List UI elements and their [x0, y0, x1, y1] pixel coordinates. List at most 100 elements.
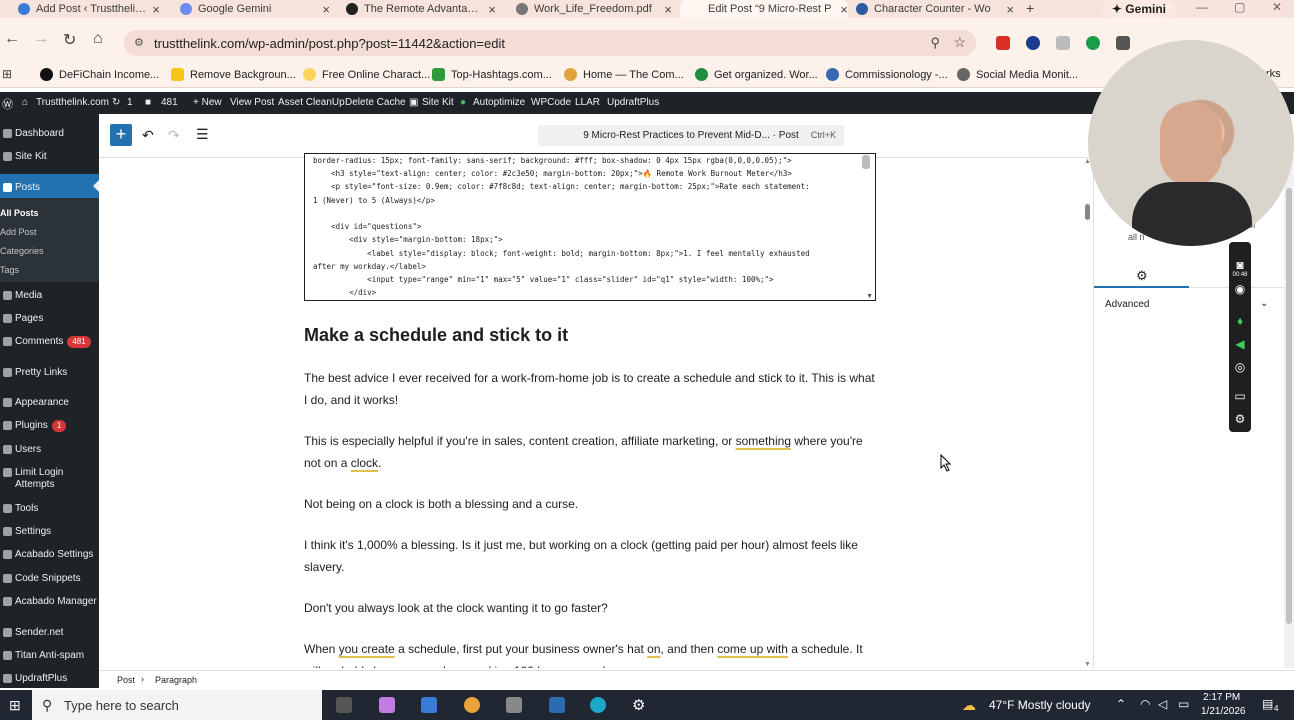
section-heading[interactable]: Make a schedule and stick to it	[304, 325, 568, 346]
close-tab-icon[interactable]: ×	[488, 2, 496, 17]
close-tab-icon[interactable]: ×	[840, 2, 848, 17]
store-icon[interactable]	[421, 697, 437, 713]
browser-tab[interactable]: Character Counter - Wo ×	[856, 0, 1014, 18]
reload-icon[interactable]: ↻	[63, 30, 76, 50]
back-icon[interactable]: ←	[4, 30, 20, 48]
paragraph-block[interactable]: Don't you always look at the clock wanti…	[304, 597, 878, 619]
close-tab-icon[interactable]: ×	[664, 2, 672, 17]
forward-icon[interactable]: →	[33, 30, 49, 48]
stop-record-icon[interactable]: ◉	[1233, 282, 1247, 296]
command-palette-bar[interactable]: 9 Micro-Rest Practices to Prevent Mid-D.…	[538, 125, 844, 146]
menu-appearance[interactable]: Appearance	[3, 397, 69, 408]
close-tab-icon[interactable]: ×	[322, 2, 330, 17]
block-settings-icon[interactable]: ⚙	[1136, 268, 1148, 284]
scroll-down-icon[interactable]: ▼	[1084, 661, 1091, 668]
extension-icon[interactable]	[1056, 36, 1070, 50]
editor-scrollbar[interactable]: ▲ ▼	[1084, 158, 1092, 668]
windows-start-icon[interactable]: ⊞	[9, 697, 21, 714]
wordpress-logo-icon[interactable]: Ⓦ	[2, 96, 13, 112]
view-post-link[interactable]: View Post	[230, 97, 274, 108]
bookmark-item[interactable]: Commissionology -...	[826, 68, 948, 81]
paragraph-block[interactable]: The best advice I ever received for a wo…	[304, 367, 878, 411]
paragraph-block[interactable]: I think it's 1,000% a blessing. Is it ju…	[304, 534, 878, 578]
menu-pretty-links[interactable]: Pretty Links	[3, 367, 67, 378]
site-kit-link[interactable]: Site Kit	[422, 97, 454, 108]
wifi-icon[interactable]: ◠	[1140, 697, 1150, 711]
webcam-icon[interactable]: ◎	[1233, 360, 1247, 374]
breadcrumb-paragraph[interactable]: Paragraph	[155, 675, 197, 685]
code-scrollbar-thumb[interactable]	[862, 155, 870, 169]
submenu-add-post[interactable]: Add Post	[0, 227, 37, 237]
asset-cleanup-link[interactable]: Asset CleanUp	[278, 97, 345, 108]
close-tab-icon[interactable]: ×	[152, 2, 160, 17]
new-link[interactable]: + New	[193, 97, 222, 108]
updraftplus-link[interactable]: UpdraftPlus	[607, 97, 659, 108]
browser-tab[interactable]: Add Post ‹ Trustthelink.c ×	[10, 0, 160, 18]
submenu-categories[interactable]: Categories	[0, 246, 44, 256]
menu-media[interactable]: Media	[3, 290, 42, 301]
tray-chevron-icon[interactable]: ⌃	[1116, 697, 1126, 711]
url-bar[interactable]: ⚙ trustthelink.com/wp-admin/post.php?pos…	[124, 30, 976, 56]
weather-text[interactable]: 47°F Mostly cloudy	[989, 698, 1091, 712]
extension-icon[interactable]	[996, 36, 1010, 50]
menu-site-kit[interactable]: Site Kit	[3, 151, 47, 162]
file-explorer-icon[interactable]	[549, 697, 565, 713]
grammar-suggestion[interactable]: clock	[351, 456, 378, 470]
browser-tab-active[interactable]: Edit Post “9 Micro-Rest P ×	[680, 0, 848, 18]
updates-count[interactable]: 1	[127, 97, 133, 108]
close-window-icon[interactable]: ✕	[1272, 0, 1282, 14]
chrome-icon[interactable]	[464, 697, 480, 713]
paragraph-block[interactable]: This is especially helpful if you're in …	[304, 430, 878, 474]
menu-updraftplus[interactable]: UpdraftPlus	[3, 673, 67, 684]
browser-tab[interactable]: Google Gemini ×	[180, 0, 330, 18]
taskbar-search-box[interactable]: ⚲ Type here to search	[32, 690, 322, 720]
taskbar-clock-date[interactable]: 1/21/2026	[1201, 706, 1246, 717]
comments-count[interactable]: 481	[161, 97, 178, 108]
advanced-panel-toggle[interactable]: Advanced	[1105, 299, 1149, 310]
volume-icon[interactable]: ◁	[1158, 697, 1167, 711]
copilot-icon[interactable]	[379, 697, 395, 713]
gemini-button[interactable]: ✦ Gemini	[1101, 0, 1176, 18]
menu-users[interactable]: Users	[3, 444, 41, 455]
maximize-icon[interactable]: ▢	[1234, 0, 1245, 14]
editor-scroll-thumb[interactable]	[1085, 204, 1090, 220]
bookmark-item[interactable]: Home — The Com...	[564, 68, 684, 81]
menu-posts[interactable]: Posts	[3, 182, 40, 193]
submenu-all-posts[interactable]: All Posts	[0, 208, 39, 218]
breadcrumb-post[interactable]: Post	[117, 675, 135, 685]
menu-sender[interactable]: Sender.net	[3, 627, 63, 638]
screen-icon[interactable]: ▭	[1233, 389, 1247, 403]
extension-icon[interactable]	[1026, 36, 1040, 50]
bookmark-star-icon[interactable]: ☆	[953, 34, 966, 51]
menu-titan[interactable]: Titan Anti-spam	[3, 650, 84, 661]
site-name-link[interactable]: Trustthelink.com	[36, 97, 109, 108]
menu-dashboard[interactable]: Dashboard	[3, 128, 64, 139]
grammar-suggestion[interactable]: come up with	[717, 642, 788, 656]
close-tab-icon[interactable]: ×	[1006, 2, 1014, 17]
grammar-suggestion[interactable]: something	[736, 434, 791, 448]
browser-tab[interactable]: Work_Life_Freedom.pdf ×	[516, 0, 672, 18]
menu-pages[interactable]: Pages	[3, 313, 43, 324]
paragraph-block[interactable]: Not being on a clock is both a blessing …	[304, 493, 878, 515]
grammarly-icon[interactable]	[1086, 36, 1100, 50]
battery-icon[interactable]: ▭	[1178, 697, 1189, 711]
site-info-icon[interactable]: ⚙	[134, 36, 144, 49]
zoom-icon[interactable]: ⚲	[930, 35, 940, 51]
edge-icon[interactable]	[590, 697, 606, 713]
minimize-icon[interactable]: —	[1196, 0, 1208, 14]
bookmark-item[interactable]: DeFiChain Income...	[40, 68, 159, 81]
home-icon[interactable]: ⌂	[93, 30, 103, 48]
speaker-icon[interactable]: ◀	[1233, 337, 1247, 351]
task-view-icon[interactable]	[336, 697, 352, 713]
apps-grid-icon[interactable]: ⊞	[2, 67, 12, 81]
grammar-suggestion[interactable]: you create	[339, 642, 395, 656]
menu-limit-login[interactable]: Limit Login Attempts	[3, 467, 85, 491]
menu-acabado-settings[interactable]: Acabado Settings	[3, 549, 93, 560]
menu-code-snippets[interactable]: Code Snippets	[3, 573, 81, 584]
chevron-down-icon[interactable]: ⌄	[1260, 298, 1268, 309]
new-tab-button[interactable]: +	[1026, 0, 1034, 16]
notification-icon[interactable]: ▤	[1262, 697, 1273, 711]
wpcode-link[interactable]: WPCode	[531, 97, 571, 108]
bookmark-item[interactable]: Top-Hashtags.com...	[432, 68, 552, 81]
menu-comments[interactable]: Comments 481	[3, 336, 91, 348]
